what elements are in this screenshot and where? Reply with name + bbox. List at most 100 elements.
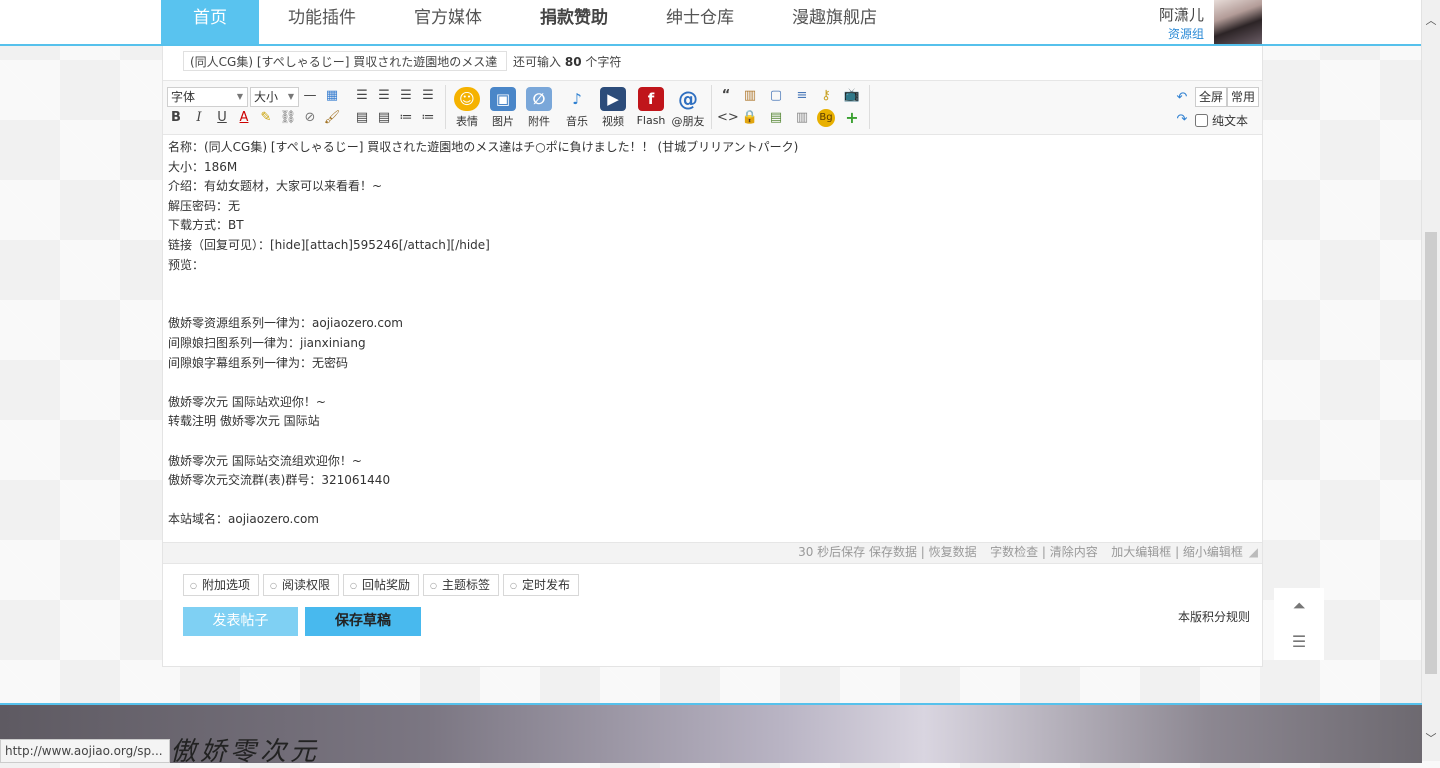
sale-icon[interactable]: ▤ <box>767 109 785 127</box>
user-info[interactable]: 阿潇儿 资源组 <box>1150 4 1204 42</box>
nav-store[interactable]: 漫趣旗舰店 <box>763 0 906 44</box>
remaining-count: 80 <box>564 54 582 69</box>
fullscreen-button[interactable]: 全屏 <box>1195 87 1228 107</box>
option-label: 定时发布 <box>521 578 570 592</box>
code-icon[interactable]: <> <box>717 109 739 127</box>
tv-icon[interactable]: 📺 <box>843 87 861 105</box>
bullet-icon: ○ <box>270 580 277 590</box>
page-break-icon[interactable]: ≡ <box>793 87 811 105</box>
flash-icon: f <box>638 87 664 111</box>
highlight-icon[interactable]: ✎ <box>257 109 275 127</box>
back-to-top-icon[interactable]: ⏶ <box>1289 596 1309 616</box>
flash-button[interactable]: f Flash <box>633 87 669 127</box>
subject-remaining: 还可输入 80 个字符 <box>513 53 621 70</box>
flash-label: Flash <box>636 114 666 127</box>
user-name[interactable]: 阿潇儿 <box>1150 4 1204 25</box>
plus-icon[interactable]: + <box>843 109 861 127</box>
unlink-icon[interactable]: ⊘ <box>301 109 319 127</box>
emoji-label: 表情 <box>456 115 478 128</box>
resize-grip-icon[interactable]: ◢ <box>1249 545 1258 559</box>
scroll-down-icon[interactable]: ﹀ <box>1422 730 1440 746</box>
editor-content[interactable]: 名称：(同人CG集) [すぺしゃるじー] 買収された遊園地のメス達はチ○ポに負け… <box>168 138 1258 542</box>
top-navbar: 首页 功能插件 官方媒体 捐款赞助 绅士仓库 漫趣旗舰店 阿潇儿 资源组 <box>0 0 1422 46</box>
attachment-button[interactable]: ∅ 附件 <box>521 87 557 129</box>
plain-text-checkbox[interactable] <box>1195 114 1208 127</box>
image-button[interactable]: ▣ 图片 <box>485 87 521 129</box>
music-button[interactable]: ♪ 音乐 <box>559 87 595 129</box>
background-icon[interactable]: Bg <box>817 109 835 127</box>
font-select[interactable]: 字体 ▼ <box>167 87 248 107</box>
clear-format-icon[interactable]: 🖌 <box>323 109 341 127</box>
ordered-list-icon[interactable]: ≔ <box>397 109 415 127</box>
resize-tools[interactable]: 加大编辑框 | 缩小编辑框 <box>1111 545 1243 559</box>
option-tags[interactable]: ○ 主题标签 <box>423 574 499 596</box>
user-group[interactable]: 资源组 <box>1150 25 1204 42</box>
scrollbar-thumb[interactable] <box>1425 232 1437 674</box>
unordered-list-icon[interactable]: ≔ <box>419 109 437 127</box>
align-left-icon[interactable]: ☰ <box>353 87 371 105</box>
key-icon[interactable]: ⚷ <box>817 87 835 105</box>
subject-row: 还可输入 80 个字符 <box>183 50 621 72</box>
table-layout-icon[interactable]: ▥ <box>793 109 811 127</box>
option-extra[interactable]: ○ 附加选项 <box>183 574 259 596</box>
footer-banner: 傲娇零次元 <box>0 703 1422 767</box>
option-reply-reward[interactable]: ○ 回帖奖励 <box>343 574 419 596</box>
option-label: 附加选项 <box>201 578 250 592</box>
content-line: 间隙娘字幕组系列一律为：无密码 <box>168 355 349 370</box>
size-select[interactable]: 大小 ▼ <box>250 87 299 107</box>
redo-icon[interactable]: ↷ <box>1173 111 1191 129</box>
float-right-icon[interactable]: ▤ <box>375 109 393 127</box>
table-icon[interactable]: ▦ <box>323 87 341 105</box>
nav-home[interactable]: 首页 <box>161 0 259 44</box>
align-center-icon[interactable]: ☰ <box>375 87 393 105</box>
subject-input[interactable] <box>183 51 507 71</box>
option-read-permission[interactable]: ○ 阅读权限 <box>263 574 339 596</box>
quote-icon[interactable]: “ <box>717 87 735 105</box>
word-check-tools[interactable]: 字数检查 | 清除内容 <box>990 545 1098 559</box>
lock-icon[interactable]: 🔒 <box>741 109 759 127</box>
mention-label: @朋友 <box>671 115 705 128</box>
horizontal-rule-icon[interactable]: — <box>301 87 319 105</box>
nav-plugins[interactable]: 功能插件 <box>259 0 385 44</box>
plain-text-toggle[interactable]: 纯文本 <box>1195 112 1248 129</box>
italic-icon[interactable]: I <box>190 109 208 127</box>
vertical-scrollbar[interactable]: ︿ ﹀ <box>1421 0 1440 761</box>
underline-icon[interactable]: U <box>213 109 231 127</box>
image-label: 图片 <box>492 115 514 128</box>
nav-donate[interactable]: 捐款赞助 <box>511 0 637 44</box>
align-right-icon[interactable]: ☰ <box>397 87 415 105</box>
autosave-status[interactable]: 30 秒后保存 保存数据 | 恢复数据 <box>798 545 977 559</box>
nav-warehouse[interactable]: 绅士仓库 <box>637 0 763 44</box>
save-draft-button[interactable]: 保存草稿 <box>305 607 421 636</box>
bullet-icon: ○ <box>190 580 197 590</box>
code-block-icon[interactable]: ▢ <box>767 87 785 105</box>
nav-media[interactable]: 官方媒体 <box>385 0 511 44</box>
content-line: 大小：186M <box>168 159 238 174</box>
chevron-down-icon: ▼ <box>287 92 294 101</box>
link-icon[interactable]: ⛓ <box>279 109 297 127</box>
emoji-button[interactable]: ☺ 表情 <box>449 87 485 129</box>
align-justify-icon[interactable]: ☰ <box>419 87 437 105</box>
list-icon[interactable]: ☰ <box>1289 632 1309 651</box>
common-button[interactable]: 常用 <box>1227 87 1260 107</box>
bold-icon[interactable]: B <box>167 109 185 127</box>
float-left-icon[interactable]: ▤ <box>353 109 371 127</box>
bullet-icon: ○ <box>510 580 517 590</box>
video-button[interactable]: ▶ 视频 <box>595 87 631 129</box>
content-line <box>168 295 1258 315</box>
content-line: 下载方式：BT <box>168 218 244 233</box>
scroll-up-icon[interactable]: ︿ <box>1422 12 1440 28</box>
undo-icon[interactable]: ↶ <box>1173 89 1191 107</box>
option-schedule[interactable]: ○ 定时发布 <box>503 574 579 596</box>
forum-rules-link[interactable]: 本版积分规则 <box>1178 608 1250 625</box>
free-icon[interactable]: ▥ <box>741 87 759 105</box>
mention-button[interactable]: @ @朋友 <box>670 87 706 129</box>
post-button[interactable]: 发表帖子 <box>183 607 298 636</box>
remaining-suffix: 个字符 <box>585 54 622 69</box>
size-select-label: 大小 <box>254 90 279 104</box>
font-color-icon[interactable]: A <box>235 109 253 127</box>
content-line: 解压密码：无 <box>168 198 241 213</box>
font-select-label: 字体 <box>171 90 196 104</box>
avatar[interactable] <box>1214 0 1262 44</box>
content-line <box>168 491 1258 511</box>
